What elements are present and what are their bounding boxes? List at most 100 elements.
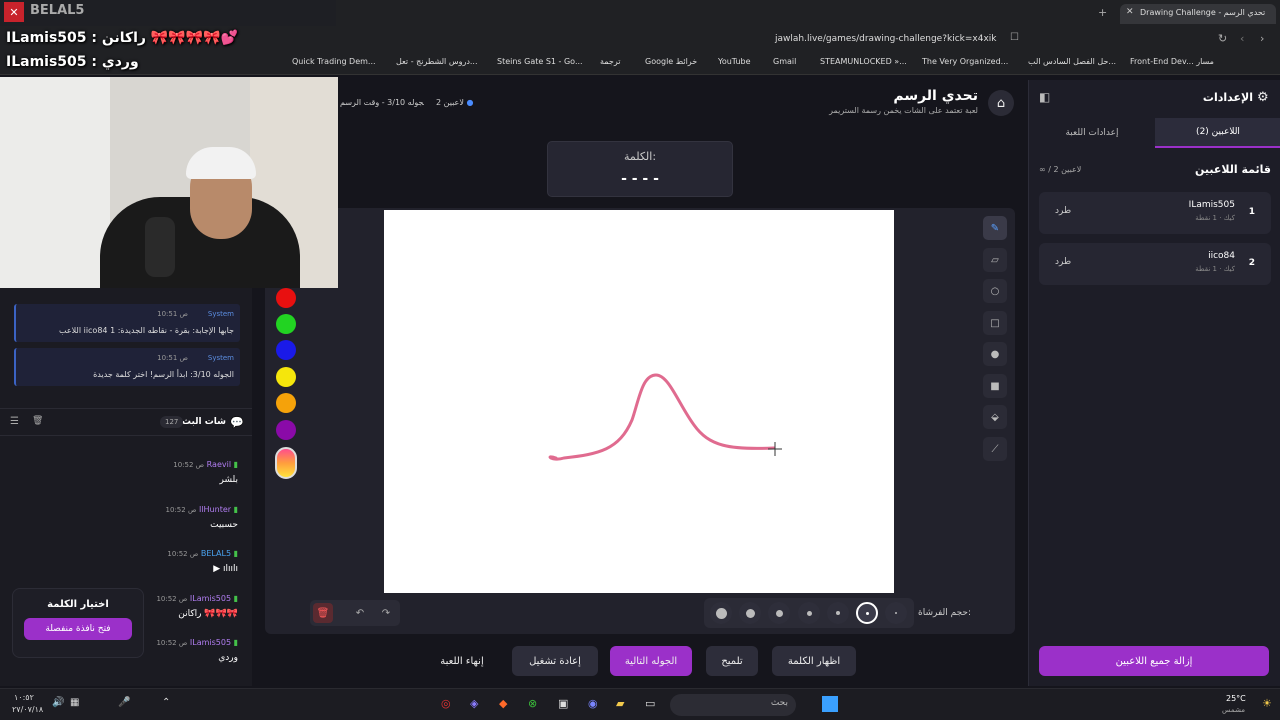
player-rank: 2 bbox=[1248, 258, 1255, 268]
open-separate-window-button[interactable]: فتح نافذة منفصلة bbox=[24, 618, 132, 640]
network-icon[interactable]: ▦ bbox=[70, 697, 79, 708]
message-user: ILamis505 bbox=[189, 638, 232, 647]
overlay-chat-line: ILamis505 : وردي bbox=[6, 54, 139, 70]
word-mask: - - - - bbox=[621, 171, 659, 187]
player-rank: 1 bbox=[1248, 207, 1255, 217]
circle-icon[interactable]: ○ bbox=[983, 279, 1007, 303]
undo-icon[interactable]: ↶ bbox=[350, 603, 370, 623]
restart-button[interactable]: إعادة تشغيل bbox=[512, 646, 598, 676]
players-list-count: ∞ / 2 لاعبين bbox=[1039, 165, 1082, 174]
brush-size-option[interactable] bbox=[885, 602, 907, 624]
bookmark-item[interactable]: YouTube bbox=[718, 57, 751, 66]
brave-icon[interactable]: ◆ bbox=[499, 697, 507, 710]
brush-size-option-selected[interactable] bbox=[856, 602, 878, 624]
url-field[interactable]: jawlah.live/games/drawing-challenge?kick… bbox=[775, 34, 997, 44]
drawing-canvas[interactable] bbox=[384, 210, 894, 593]
square-icon[interactable]: □ bbox=[983, 311, 1007, 335]
discord-icon[interactable]: ◉ bbox=[588, 697, 598, 710]
bookmark-item[interactable]: Steins Gate S1 - Go... bbox=[497, 57, 583, 66]
clock-date: ٢٧/٠٧/١٨ bbox=[12, 705, 44, 714]
color-swatch-orange[interactable] bbox=[276, 393, 296, 413]
taskbar-search[interactable]: بحث bbox=[670, 694, 796, 716]
bookmark-item[interactable]: Quick Trading Dem... bbox=[292, 57, 376, 66]
remove-all-players-button[interactable]: إزالة جميع اللاعبين bbox=[1039, 646, 1269, 676]
clock-time[interactable]: ١٠:٥٢ bbox=[14, 693, 34, 702]
filled-square-icon[interactable]: ■ bbox=[983, 374, 1007, 398]
close-tab-icon[interactable]: ✕ bbox=[1126, 7, 1134, 17]
end-game-button[interactable]: إنهاء اللعبة bbox=[426, 646, 498, 676]
brush-size-option[interactable] bbox=[768, 602, 790, 624]
eraser-icon[interactable]: ▱ bbox=[983, 248, 1007, 272]
tray-chevron-icon[interactable]: ⌃ bbox=[162, 697, 170, 708]
player-meta: كيك · 1 نقطة bbox=[1195, 214, 1235, 222]
color-swatch-green[interactable] bbox=[276, 314, 296, 334]
bookmark-icon[interactable]: ☐ bbox=[1010, 32, 1019, 43]
home-icon[interactable]: ⌂ bbox=[988, 90, 1014, 116]
bookmark-item[interactable]: The Very Organized... bbox=[922, 57, 1008, 66]
choose-word-card: اختيار الكلمة فتح نافذة منفصلة bbox=[12, 588, 144, 658]
menu-icon[interactable]: ☰ bbox=[10, 416, 19, 427]
kick-badge-icon: ▮ bbox=[233, 549, 238, 558]
active-tab[interactable]: ✕ Drawing Challenge - تحدي الرسم bbox=[1120, 4, 1276, 24]
chat-icon: 💬 bbox=[230, 416, 244, 429]
explorer-icon[interactable]: ▭ bbox=[645, 697, 655, 710]
new-tab-icon[interactable]: + bbox=[1098, 6, 1107, 19]
volume-icon[interactable]: 🔊 bbox=[52, 697, 64, 708]
bookmark-item[interactable]: حل الفصل السادس الب... bbox=[1028, 57, 1116, 66]
kick-button[interactable]: طرد bbox=[1055, 206, 1071, 216]
kick-button[interactable]: طرد bbox=[1055, 257, 1071, 267]
redo-icon[interactable]: ↷ bbox=[376, 603, 396, 623]
windows-start-icon[interactable] bbox=[822, 696, 838, 712]
folder-icon[interactable]: ▰ bbox=[616, 697, 624, 710]
bookmark-item[interactable]: ترجمة bbox=[600, 57, 621, 66]
mic-icon[interactable]: 🎤 bbox=[118, 697, 130, 708]
chat-message: 10:52 ص Raevil ▮ بلشر bbox=[173, 460, 238, 485]
color-swatch-red[interactable] bbox=[276, 288, 296, 308]
bookmark-item[interactable]: Google خرائط bbox=[645, 57, 697, 66]
color-swatch-blue[interactable] bbox=[276, 340, 296, 360]
system-message-text: اللاعب iico84 جابها الإجابة: بقرة - نقاط… bbox=[58, 326, 234, 335]
tab-game-settings[interactable]: إعدادات اللعبة bbox=[1029, 118, 1155, 148]
weather-temp[interactable]: 25°C bbox=[1226, 694, 1246, 703]
filled-circle-icon[interactable]: ● bbox=[983, 342, 1007, 366]
teams-icon[interactable]: ◈ bbox=[470, 697, 478, 710]
hint-button[interactable]: تلميح bbox=[706, 646, 758, 676]
close-icon[interactable]: ✕ bbox=[4, 2, 24, 22]
bookmark-item[interactable]: Gmail bbox=[773, 57, 796, 66]
obs-icon[interactable]: ◎ bbox=[441, 697, 451, 710]
drawn-curve bbox=[548, 373, 776, 461]
trash-icon[interactable]: 🗑 bbox=[313, 603, 333, 623]
player-name: iico84 bbox=[1208, 251, 1235, 261]
chat-title: شات البث bbox=[181, 417, 226, 427]
fill-bucket-icon[interactable]: ⬙ bbox=[983, 405, 1007, 429]
brush-size-label: حجم الفرشاة: bbox=[918, 608, 972, 618]
line-icon[interactable]: ⟋ bbox=[983, 437, 1007, 461]
color-swatch-purple[interactable] bbox=[276, 420, 296, 440]
online-dot-icon: ● bbox=[466, 98, 474, 107]
brush-size-option[interactable] bbox=[798, 602, 820, 624]
xbox-icon[interactable]: ⊗ bbox=[528, 697, 537, 710]
show-word-button[interactable]: اظهار الكلمة bbox=[772, 646, 856, 676]
message-time: 10:51 ص bbox=[157, 310, 188, 318]
custom-color-picker[interactable] bbox=[275, 447, 297, 479]
trash-icon[interactable]: 🗑 bbox=[32, 416, 43, 426]
collapse-panel-icon[interactable]: ◧ bbox=[1039, 90, 1050, 104]
bookmark-item[interactable]: دروس الشطرنج - تعل... bbox=[396, 57, 478, 66]
reload-icon[interactable]: ↻ bbox=[1218, 32, 1227, 45]
store-icon[interactable]: ▣ bbox=[558, 697, 568, 710]
brush-size-option[interactable] bbox=[827, 602, 849, 624]
color-swatch-yellow[interactable] bbox=[276, 367, 296, 387]
word-box: الكلمة: - - - - bbox=[547, 141, 733, 197]
pencil-icon[interactable]: ✎ bbox=[983, 216, 1007, 240]
tab-players[interactable]: اللاعبين (2) bbox=[1155, 118, 1280, 148]
next-round-button[interactable]: الجوله التالية bbox=[610, 646, 692, 676]
chat-count-badge: 127 bbox=[160, 416, 184, 428]
brush-size-option[interactable] bbox=[710, 602, 732, 624]
back-icon[interactable]: › bbox=[1260, 32, 1264, 45]
bookmark-item[interactable]: STEAMUNLOCKED »... bbox=[820, 57, 907, 66]
brush-size-option[interactable] bbox=[739, 602, 761, 624]
person-cap bbox=[186, 147, 256, 179]
gear-icon: ⚙ bbox=[1257, 90, 1269, 105]
bookmark-item[interactable]: Front-End Dev... مسار bbox=[1130, 57, 1214, 66]
forward-icon[interactable]: ‹ bbox=[1240, 32, 1244, 45]
